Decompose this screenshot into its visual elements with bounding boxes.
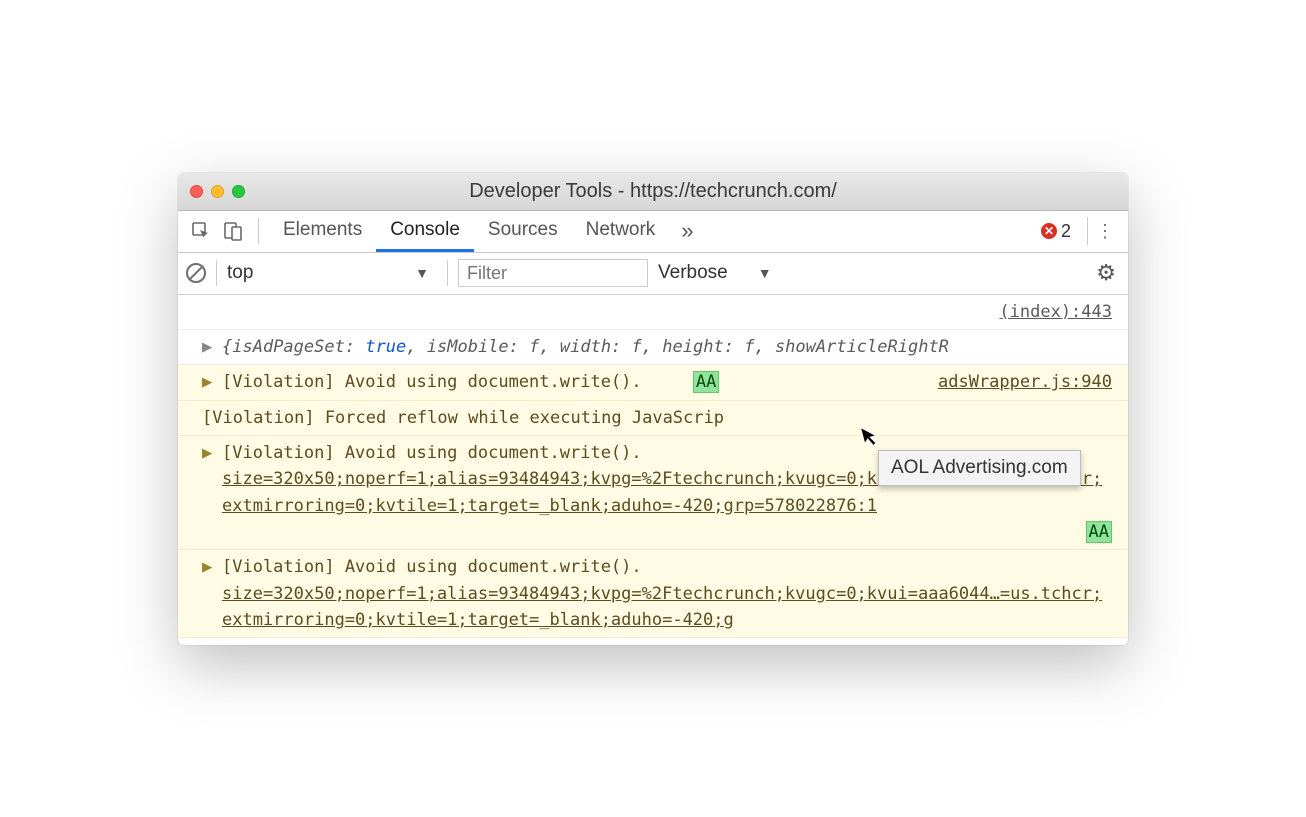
separator (1087, 217, 1088, 245)
maximize-icon[interactable] (232, 185, 245, 198)
devtools-window: Developer Tools - https://techcrunch.com… (178, 173, 1128, 645)
filter-input[interactable] (458, 259, 648, 287)
level-value: Verbose (658, 262, 728, 284)
chevron-down-icon: ▼ (758, 265, 772, 281)
tabbar: Elements Console Sources Network » ✕ 2 ⋮ (178, 211, 1128, 253)
error-count[interactable]: ✕ 2 (1041, 221, 1077, 242)
console-entry[interactable]: ▶ [Violation] Avoid using document.write… (178, 550, 1128, 638)
window-title: Developer Tools - https://techcrunch.com… (178, 180, 1128, 203)
error-count-value: 2 (1061, 221, 1071, 242)
tab-network[interactable]: Network (572, 210, 670, 252)
level-selector[interactable]: Verbose ▼ (658, 262, 772, 284)
context-selector[interactable]: top ▼ (227, 262, 437, 284)
disclose-icon[interactable]: ▶ (202, 554, 216, 580)
separator (447, 260, 448, 286)
console-entry[interactable]: ▶ {isAdPageSet: true, isMobile: f, width… (178, 330, 1128, 365)
extension-badge[interactable]: AA (693, 371, 719, 393)
context-value: top (227, 262, 253, 284)
tab-elements[interactable]: Elements (269, 210, 376, 252)
inspect-icon[interactable] (186, 216, 216, 246)
source-link[interactable]: size=320x50;noperf=1;alias=93484943;kvpg… (222, 584, 1102, 630)
tooltip: AOL Advertising.com (878, 450, 1081, 486)
console-entry[interactable]: ▶ adsWrapper.js:940 [Violation] Avoid us… (178, 365, 1128, 400)
disclose-icon[interactable]: ▶ (202, 440, 216, 466)
extension-badge[interactable]: AA (1086, 521, 1112, 543)
device-toggle-icon[interactable] (218, 216, 248, 246)
console-entry[interactable]: [Violation] Forced reflow while executin… (178, 401, 1128, 436)
disclose-icon[interactable]: ▶ (202, 369, 216, 395)
clear-console-icon[interactable] (186, 263, 206, 283)
tab-console[interactable]: Console (376, 210, 474, 252)
disclose-icon[interactable]: ▶ (202, 334, 216, 360)
more-tabs-icon[interactable]: » (671, 218, 703, 244)
minimize-icon[interactable] (211, 185, 224, 198)
titlebar: Developer Tools - https://techcrunch.com… (178, 173, 1128, 211)
source-link[interactable]: (index):443 (178, 295, 1128, 330)
close-icon[interactable] (190, 185, 203, 198)
tab-sources[interactable]: Sources (474, 210, 572, 252)
gear-icon[interactable]: ⚙ (1096, 260, 1120, 286)
filterbar: top ▼ Verbose ▼ ⚙ (178, 253, 1128, 295)
source-link[interactable]: adsWrapper.js:940 (938, 369, 1112, 395)
separator (258, 218, 259, 244)
tabs: Elements Console Sources Network (269, 210, 669, 252)
chevron-down-icon: ▼ (415, 265, 429, 281)
separator (216, 260, 217, 286)
error-icon: ✕ (1041, 223, 1057, 239)
kebab-menu-icon[interactable]: ⋮ (1090, 216, 1120, 246)
traffic-lights (190, 185, 245, 198)
